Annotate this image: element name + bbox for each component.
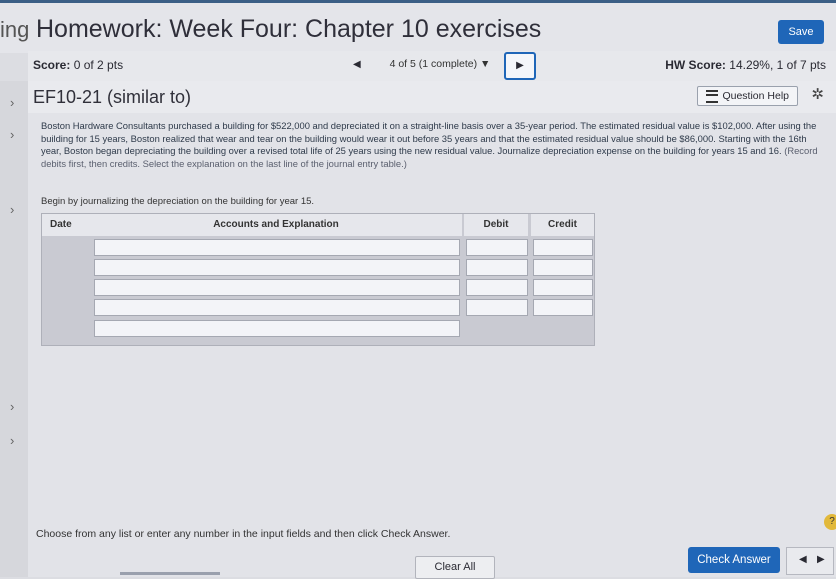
- question-selector-label: 4 of 5 (1 complete): [389, 58, 478, 70]
- credit-input[interactable]: [533, 239, 593, 256]
- hw-score-label: HW Score:: [665, 58, 726, 72]
- chevron-right-icon[interactable]: ›: [10, 127, 14, 142]
- question-content: Boston Hardware Consultants purchased a …: [28, 113, 836, 577]
- chevron-right-icon[interactable]: ›: [10, 95, 14, 110]
- question-title: EF10-21 (similar to): [33, 87, 192, 107]
- chevron-right-icon[interactable]: ›: [10, 433, 14, 448]
- caret-down-icon: ▼: [480, 58, 491, 70]
- credit-input[interactable]: [533, 259, 593, 276]
- account-input[interactable]: [94, 239, 460, 256]
- question-help-button[interactable]: Question Help: [697, 86, 798, 106]
- chevron-right-icon[interactable]: ›: [10, 202, 14, 217]
- prompt-text: Boston Hardware Consultants purchased a …: [41, 120, 817, 156]
- question-header: EF10-21 (similar to) Question Help ✲: [28, 81, 836, 114]
- footer-divider: [120, 572, 220, 575]
- triangle-left-icon[interactable]: ◀: [799, 554, 807, 565]
- question-pager: ◀ ▶: [786, 547, 834, 575]
- account-input[interactable]: [94, 259, 460, 276]
- question-score: Score: 0 of 2 pts: [33, 58, 123, 72]
- debit-input[interactable]: [466, 279, 528, 296]
- account-input[interactable]: [94, 279, 460, 296]
- clear-all-button[interactable]: Clear All: [415, 556, 495, 579]
- question-sidebar: › › › › ›: [0, 81, 28, 577]
- list-icon: [706, 89, 719, 103]
- question-icon[interactable]: ?: [824, 514, 836, 530]
- credit-input[interactable]: [533, 299, 593, 316]
- journal-entry-table: Date Accounts and Explanation Debit Cred…: [41, 213, 595, 346]
- score-value: 0 of 2 pts: [73, 58, 124, 72]
- explanation-input[interactable]: [94, 320, 460, 337]
- hw-score: HW Score: 14.29%, 1 of 7 pts: [665, 58, 826, 72]
- previous-question-icon[interactable]: ◀: [353, 59, 361, 70]
- debit-input[interactable]: [466, 239, 528, 256]
- next-question-button[interactable]: ▶: [504, 52, 536, 80]
- footer-instruction: Choose from any list or enter any number…: [36, 528, 451, 540]
- triangle-right-icon: ▶: [516, 60, 524, 71]
- credit-header: Credit: [531, 214, 594, 236]
- check-answer-button[interactable]: Check Answer: [688, 547, 780, 573]
- hw-score-value: 14.29%, 1 of 7 pts: [729, 58, 826, 72]
- gear-icon[interactable]: ✲: [811, 85, 824, 103]
- question-prompt: Boston Hardware Consultants purchased a …: [41, 120, 826, 170]
- begin-instruction: Begin by journalizing the depreciation o…: [41, 196, 315, 207]
- accounts-header: Accounts and Explanation: [90, 214, 462, 236]
- debit-input[interactable]: [466, 259, 528, 276]
- credit-input[interactable]: [533, 279, 593, 296]
- account-input[interactable]: [94, 299, 460, 316]
- date-header: Date: [42, 214, 97, 236]
- save-button[interactable]: Save: [778, 20, 824, 44]
- question-help-label: Question Help: [722, 90, 789, 102]
- question-selector[interactable]: 4 of 5 (1 complete) ▼: [380, 55, 500, 73]
- chevron-right-icon[interactable]: ›: [10, 399, 14, 414]
- score-label: Score:: [33, 58, 71, 72]
- triangle-right-icon[interactable]: ▶: [817, 554, 825, 565]
- top-header: ing Homework: Week Four: Chapter 10 exer…: [0, 0, 836, 53]
- debit-input[interactable]: [466, 299, 528, 316]
- brand-fragment: ing: [0, 17, 30, 42]
- page-title: Homework: Week Four: Chapter 10 exercise…: [36, 15, 542, 43]
- score-bar: Score: 0 of 2 pts ◀ 4 of 5 (1 complete) …: [28, 51, 836, 82]
- debit-header: Debit: [464, 214, 528, 236]
